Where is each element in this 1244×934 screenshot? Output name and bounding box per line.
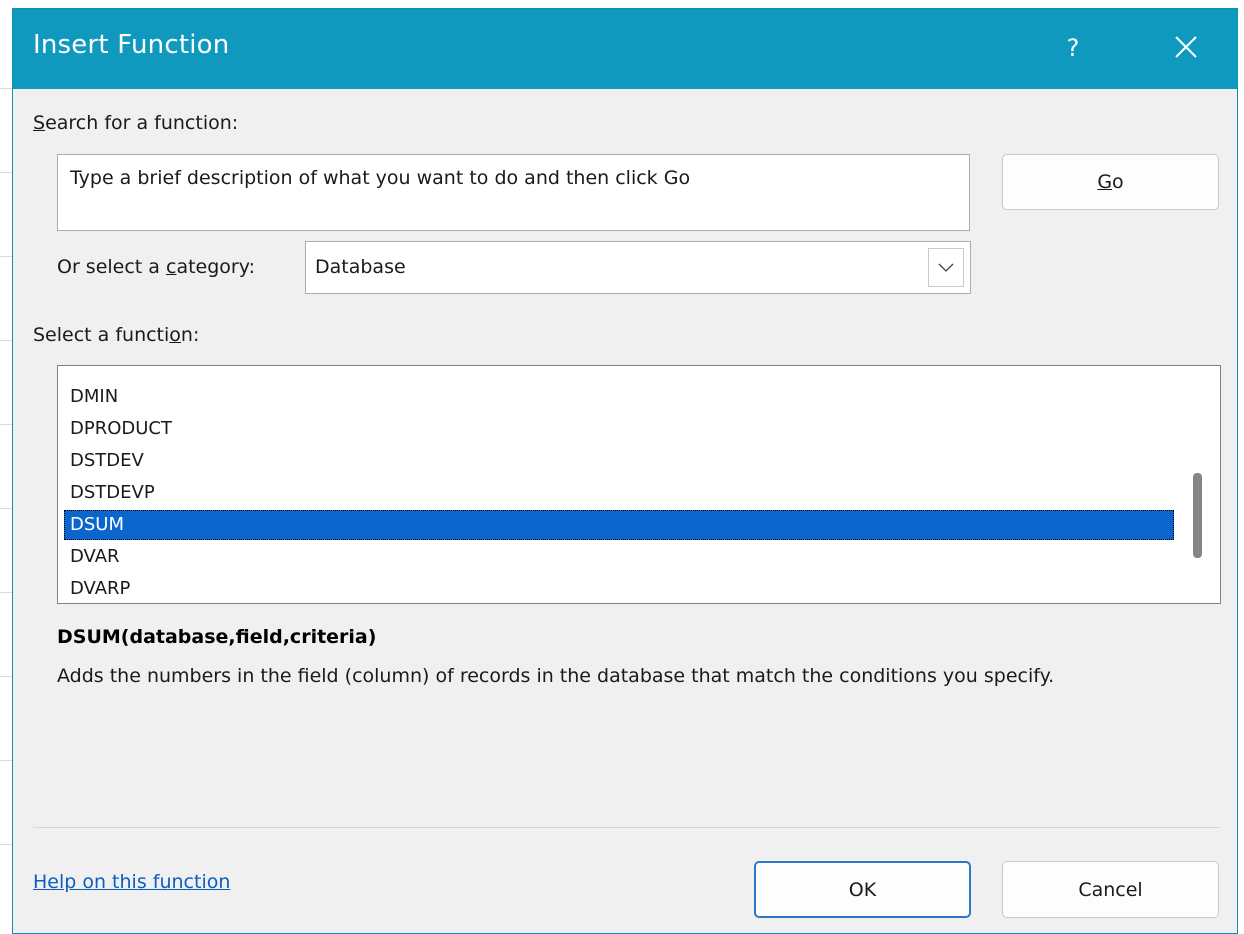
function-list-label-text-rest: n: [180, 324, 200, 346]
close-button[interactable] [1161, 23, 1211, 73]
grid-line [0, 256, 12, 257]
search-input[interactable]: Type a brief description of what you wan… [57, 154, 970, 231]
chevron-down-icon [938, 263, 954, 272]
go-button[interactable]: Go [1002, 154, 1219, 210]
dialog-title: Insert Function [33, 30, 230, 60]
search-label: Search for a function: [33, 112, 238, 134]
category-dropdown-button[interactable] [928, 248, 964, 287]
category-label-text-rest: ategory: [176, 256, 255, 278]
function-signature: DSUM(database,field,criteria) [57, 626, 377, 648]
function-item-dstdev[interactable]: DSTDEV [64, 446, 1174, 476]
grid-line [0, 172, 12, 173]
function-item-dmin[interactable]: DMIN [64, 382, 1174, 412]
grid-line [0, 424, 12, 425]
function-item-dvarp[interactable]: DVARP [64, 574, 1174, 603]
title-bar[interactable]: Insert Function ? [13, 9, 1237, 89]
scrollbar-thumb[interactable] [1193, 473, 1202, 558]
function-item-dvar[interactable]: DVAR [64, 542, 1174, 572]
function-list-label-mnemonic: o [169, 324, 181, 346]
function-item-dproduct[interactable]: DPRODUCT [64, 414, 1174, 444]
category-select[interactable]: Database [305, 241, 971, 294]
function-description: Adds the numbers in the field (column) o… [57, 665, 1055, 687]
function-list-label-text: Select a functi [33, 324, 170, 346]
insert-function-dialog: Insert Function ? Search for a function:… [12, 8, 1238, 934]
grid-line [0, 508, 12, 509]
category-label-mnemonic: c [165, 256, 177, 278]
go-label-text-rest: o [1112, 171, 1124, 193]
footer-divider [33, 827, 1219, 828]
search-label-mnemonic: S [33, 112, 46, 134]
close-icon [1175, 36, 1197, 58]
grid-line [0, 844, 12, 845]
grid-line [0, 676, 12, 677]
search-label-text-rest: earch for a function: [45, 112, 239, 134]
ok-button[interactable]: OK [754, 861, 971, 918]
function-list-scrollbar[interactable] [1180, 366, 1220, 603]
help-on-function-link[interactable]: Help on this function [33, 871, 230, 893]
help-button[interactable]: ? [1053, 23, 1093, 73]
grid-line [0, 340, 12, 341]
function-list[interactable]: DMIN DPRODUCT DSTDEV DSTDEVP DSUM DVAR D… [57, 365, 1221, 604]
function-item-dsum[interactable]: DSUM [64, 510, 1174, 540]
function-item-dstdevp[interactable]: DSTDEVP [64, 478, 1174, 508]
grid-line [0, 592, 12, 593]
function-list-label: Select a function: [33, 324, 199, 346]
cancel-button[interactable]: Cancel [1002, 861, 1219, 918]
category-selected-value: Database [315, 256, 406, 278]
category-label-text: Or select a [57, 256, 166, 278]
go-label-mnemonic: G [1097, 171, 1113, 193]
category-label: Or select a category: [57, 256, 255, 278]
grid-line [0, 760, 12, 761]
grid-line [0, 88, 12, 89]
